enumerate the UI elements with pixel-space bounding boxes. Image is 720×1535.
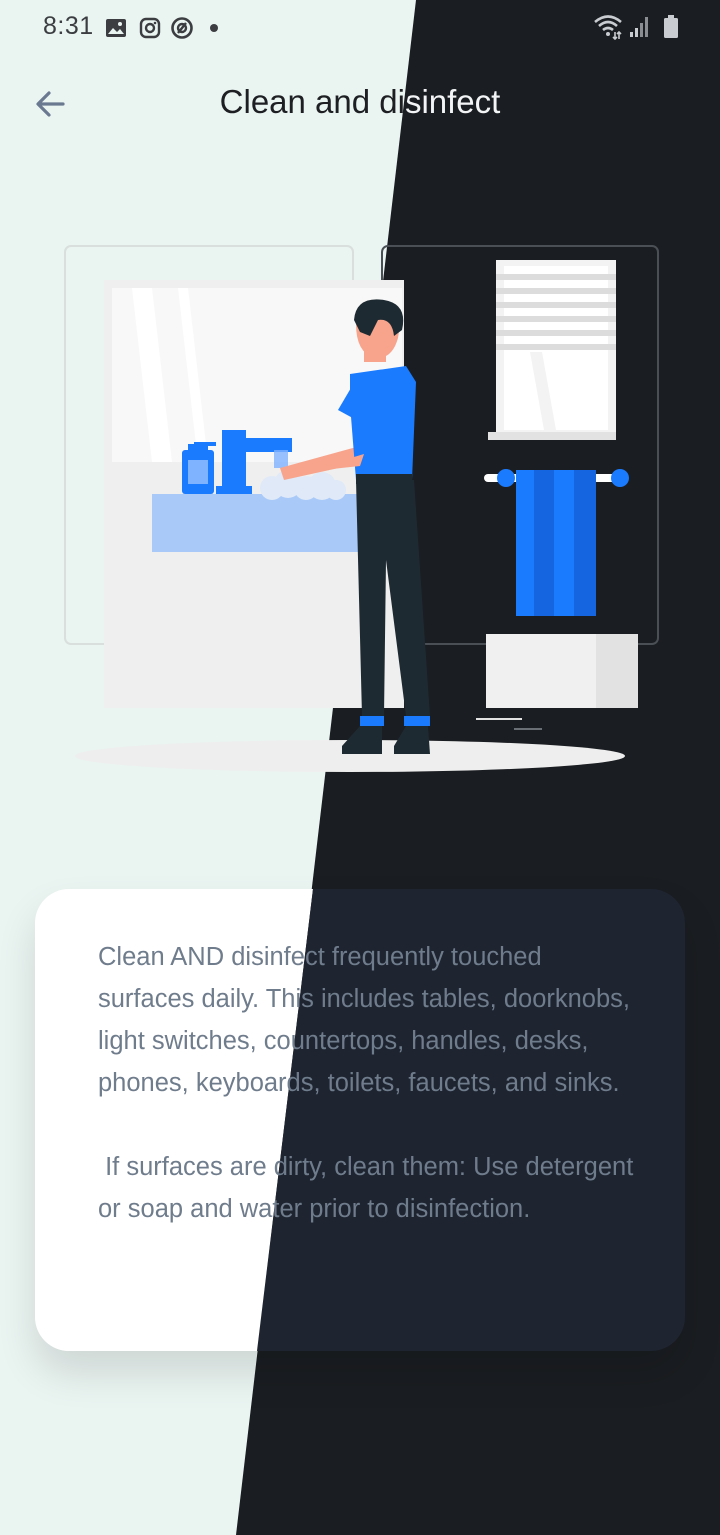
status-bar: 8:31 xyxy=(0,0,720,56)
at-sign-icon xyxy=(171,17,193,39)
status-time: 8:31 xyxy=(43,12,94,40)
wifi-icon xyxy=(594,15,622,40)
page-title: Clean and disinfect Clean and disinfect xyxy=(0,80,720,126)
instagram-icon xyxy=(139,17,161,39)
image-icon xyxy=(106,19,126,37)
card-text: Clean AND disinfect frequently touched s… xyxy=(98,936,638,1230)
card-paragraph-1: Clean AND disinfect frequently touched s… xyxy=(98,943,638,1097)
battery-icon xyxy=(664,15,678,38)
handwashing-illustration xyxy=(64,245,659,772)
signal-icon xyxy=(630,17,648,37)
faucet xyxy=(222,430,246,490)
counter xyxy=(152,494,362,552)
card-paragraph-2: If surfaces are dirty, clean them: Use d… xyxy=(98,1153,641,1223)
dot-icon xyxy=(210,24,218,32)
towel xyxy=(516,470,536,616)
info-card: Clean AND disinfect frequently touched s… xyxy=(35,889,685,1351)
